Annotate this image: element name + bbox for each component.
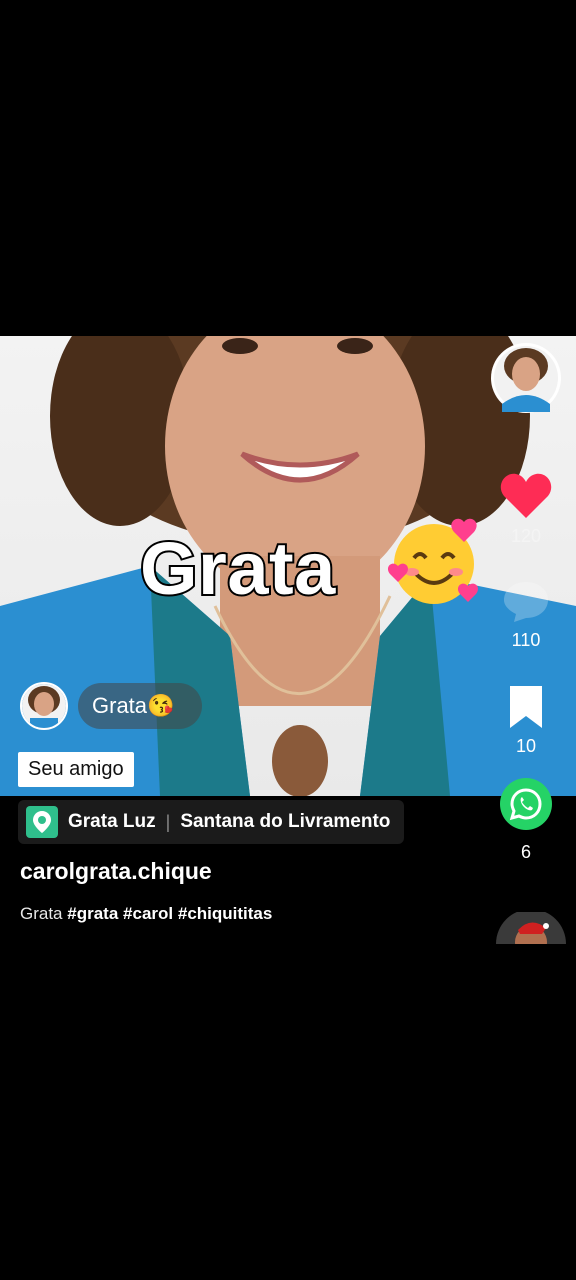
author-username[interactable]: carolgrata.chique xyxy=(20,858,212,885)
location-chip[interactable]: Grata Luz | Santana do Livramento xyxy=(18,800,405,844)
like-count: 120 xyxy=(510,526,542,546)
comment-count: 110 xyxy=(511,630,541,650)
action-rail: 120 110 10 6 xyxy=(476,0,576,1280)
share-button[interactable]: 6 xyxy=(476,778,576,863)
comment-icon xyxy=(504,582,548,622)
smiling-face-with-hearts-icon xyxy=(388,518,478,604)
hashtag[interactable]: #carol xyxy=(123,904,173,923)
featured-comment[interactable]: Grata😘 xyxy=(20,682,203,730)
video-caption-overlay: Grata xyxy=(138,525,337,612)
location-separator: | xyxy=(165,811,171,832)
music-disc-icon xyxy=(496,912,566,944)
friend-badge: Seu amigo xyxy=(18,752,134,787)
heart-icon xyxy=(500,473,552,518)
location-place: Grata Luz xyxy=(68,811,156,832)
whatsapp-icon xyxy=(500,778,552,830)
comment-button[interactable]: 110 xyxy=(476,580,576,651)
like-button[interactable]: 120 xyxy=(476,472,576,547)
hashtag[interactable]: #grata xyxy=(67,904,118,923)
post-caption: Grata #grata #carol #chiquititas xyxy=(20,904,272,924)
bookmark-icon xyxy=(510,686,542,728)
location-city: Santana do Livramento xyxy=(180,811,391,832)
bookmark-count: 10 xyxy=(515,736,537,756)
caption-text: Grata xyxy=(20,904,63,923)
creator-avatar[interactable] xyxy=(476,342,576,414)
location-pin-icon xyxy=(26,806,58,838)
bookmark-button[interactable]: 10 xyxy=(476,684,576,757)
share-count: 6 xyxy=(520,842,531,862)
hashtag[interactable]: #chiquititas xyxy=(178,904,272,923)
sound-disc[interactable] xyxy=(476,912,576,944)
comment-avatar[interactable] xyxy=(20,682,68,730)
comment-text: Grata😘 xyxy=(78,683,203,729)
